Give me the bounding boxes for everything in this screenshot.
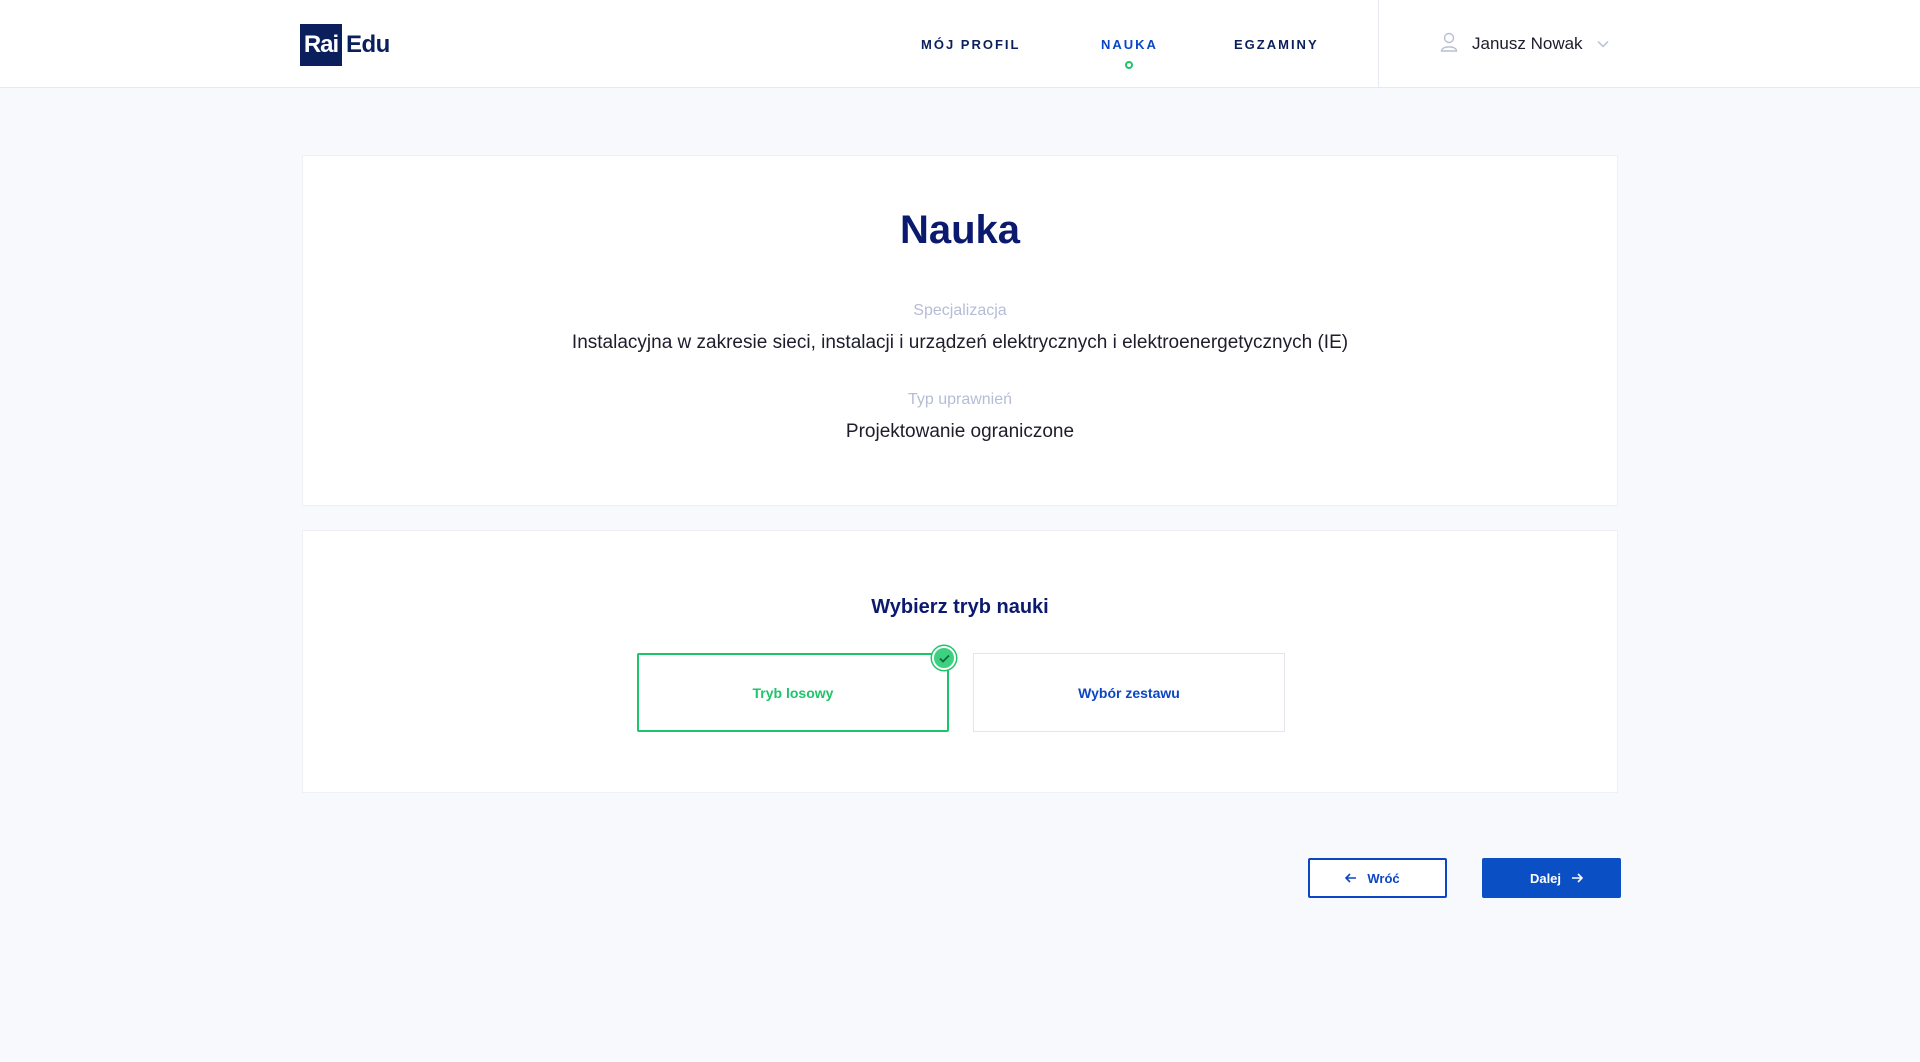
arrow-right-icon xyxy=(1571,873,1584,883)
logo-mark: Rai xyxy=(300,24,342,66)
back-button-label: Wróć xyxy=(1367,870,1400,886)
nav-learning[interactable]: NAUKA xyxy=(1101,0,1158,88)
page-title: Nauka xyxy=(899,208,1021,252)
permission-type-label: Typ uprawnień xyxy=(907,391,1013,408)
specialization-label: Specjalizacja xyxy=(913,302,1007,319)
active-nav-indicator xyxy=(1125,61,1134,69)
check-icon xyxy=(932,646,956,670)
user-icon xyxy=(1440,32,1458,57)
rai-edu-logo[interactable]: Rai Edu xyxy=(300,24,390,66)
arrow-left-icon xyxy=(1345,873,1357,883)
learning-mode-card: Wybierz tryb nauki Tryb losowy Wybór zes… xyxy=(302,530,1618,793)
mode-option-random[interactable]: Tryb losowy xyxy=(637,646,956,732)
top-navigation-bar: Rai Edu MÓJ PROFIL NAUKA EGZAMINY Janusz… xyxy=(0,0,1920,88)
next-button-label: Dalej xyxy=(1529,870,1562,886)
learning-info-card: Nauka Specjalizacja Instalacyjna w zakre… xyxy=(302,155,1618,506)
specialization-value: Instalacyjna w zakresie sieci, instalacj… xyxy=(571,332,1349,353)
mode-section-title: Wybierz tryb nauki xyxy=(871,596,1049,618)
permission-type-value: Projektowanie ograniczone xyxy=(845,421,1075,442)
nav-learning-label: NAUKA xyxy=(1101,36,1158,52)
mode-option-label: Wybór zestawu xyxy=(1078,684,1180,701)
mode-option-set[interactable]: Wybór zestawu xyxy=(973,653,1285,732)
chevron-down-icon xyxy=(1597,35,1609,53)
nav-my-profile[interactable]: MÓJ PROFIL xyxy=(921,0,1020,88)
logo-text: Edu xyxy=(346,31,390,58)
back-button[interactable]: Wróć xyxy=(1308,858,1447,898)
nav-exams[interactable]: EGZAMINY xyxy=(1234,0,1319,88)
user-name: Janusz Nowak xyxy=(1472,34,1583,53)
nav-divider xyxy=(1378,0,1379,88)
user-menu[interactable]: Janusz Nowak xyxy=(1440,0,1609,88)
mode-option-label: Tryb losowy xyxy=(752,684,834,701)
next-button[interactable]: Dalej xyxy=(1482,858,1621,898)
